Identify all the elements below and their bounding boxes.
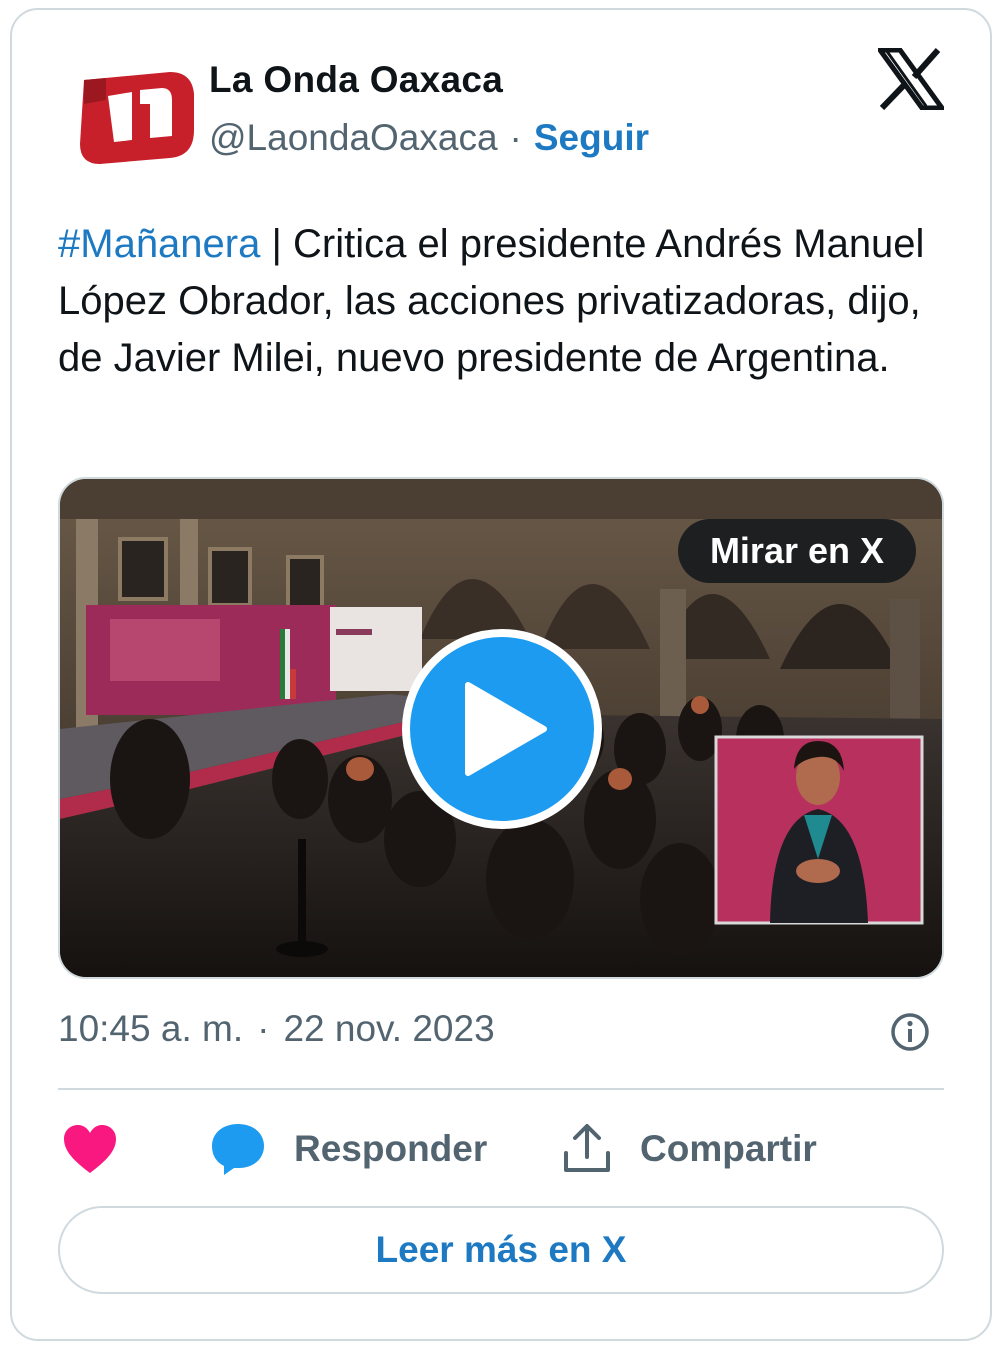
timestamp-row: 10:45 a. m. · 22 nov. 2023 (58, 1008, 495, 1050)
like-button[interactable] (62, 1117, 118, 1181)
play-button[interactable] (402, 629, 602, 829)
la-onda-logo-icon (70, 70, 200, 166)
display-name[interactable]: La Onda Oaxaca (209, 59, 503, 101)
play-icon (465, 682, 547, 776)
tweet-text: #Mañanera | Critica el presidente Andrés… (58, 216, 938, 387)
handle-separator: · (509, 117, 522, 158)
heart-icon (64, 1125, 116, 1173)
share-button[interactable]: Compartir (562, 1117, 817, 1181)
watch-on-x-button[interactable]: Mirar en X (677, 519, 916, 583)
x-logo-icon[interactable] (875, 47, 947, 111)
share-label: Compartir (640, 1128, 817, 1169)
follow-button[interactable]: Seguir (534, 117, 649, 158)
info-icon[interactable] (890, 1012, 930, 1052)
hashtag-link[interactable]: #Mañanera (58, 222, 260, 266)
account-avatar[interactable] (70, 70, 200, 166)
reply-button[interactable]: Responder (210, 1117, 487, 1181)
divider (58, 1088, 944, 1090)
video-player[interactable]: Mirar en X (58, 477, 944, 979)
speech-bubble-icon (212, 1124, 264, 1175)
read-more-button[interactable]: Leer más en X (58, 1206, 944, 1294)
share-upload-icon (564, 1124, 610, 1172)
handle[interactable]: @LaondaOaxaca (209, 117, 498, 158)
tweet-card: La Onda Oaxaca @LaondaOaxaca · Seguir #Mañ… (10, 8, 992, 1341)
handle-row: @LaondaOaxaca · Seguir (209, 117, 649, 159)
reply-label: Responder (294, 1128, 488, 1169)
tweet-date[interactable]: 22 nov. 2023 (283, 1008, 494, 1049)
tweet-time[interactable]: 10:45 a. m. (58, 1008, 243, 1049)
timestamp-separator: · (257, 1008, 270, 1049)
